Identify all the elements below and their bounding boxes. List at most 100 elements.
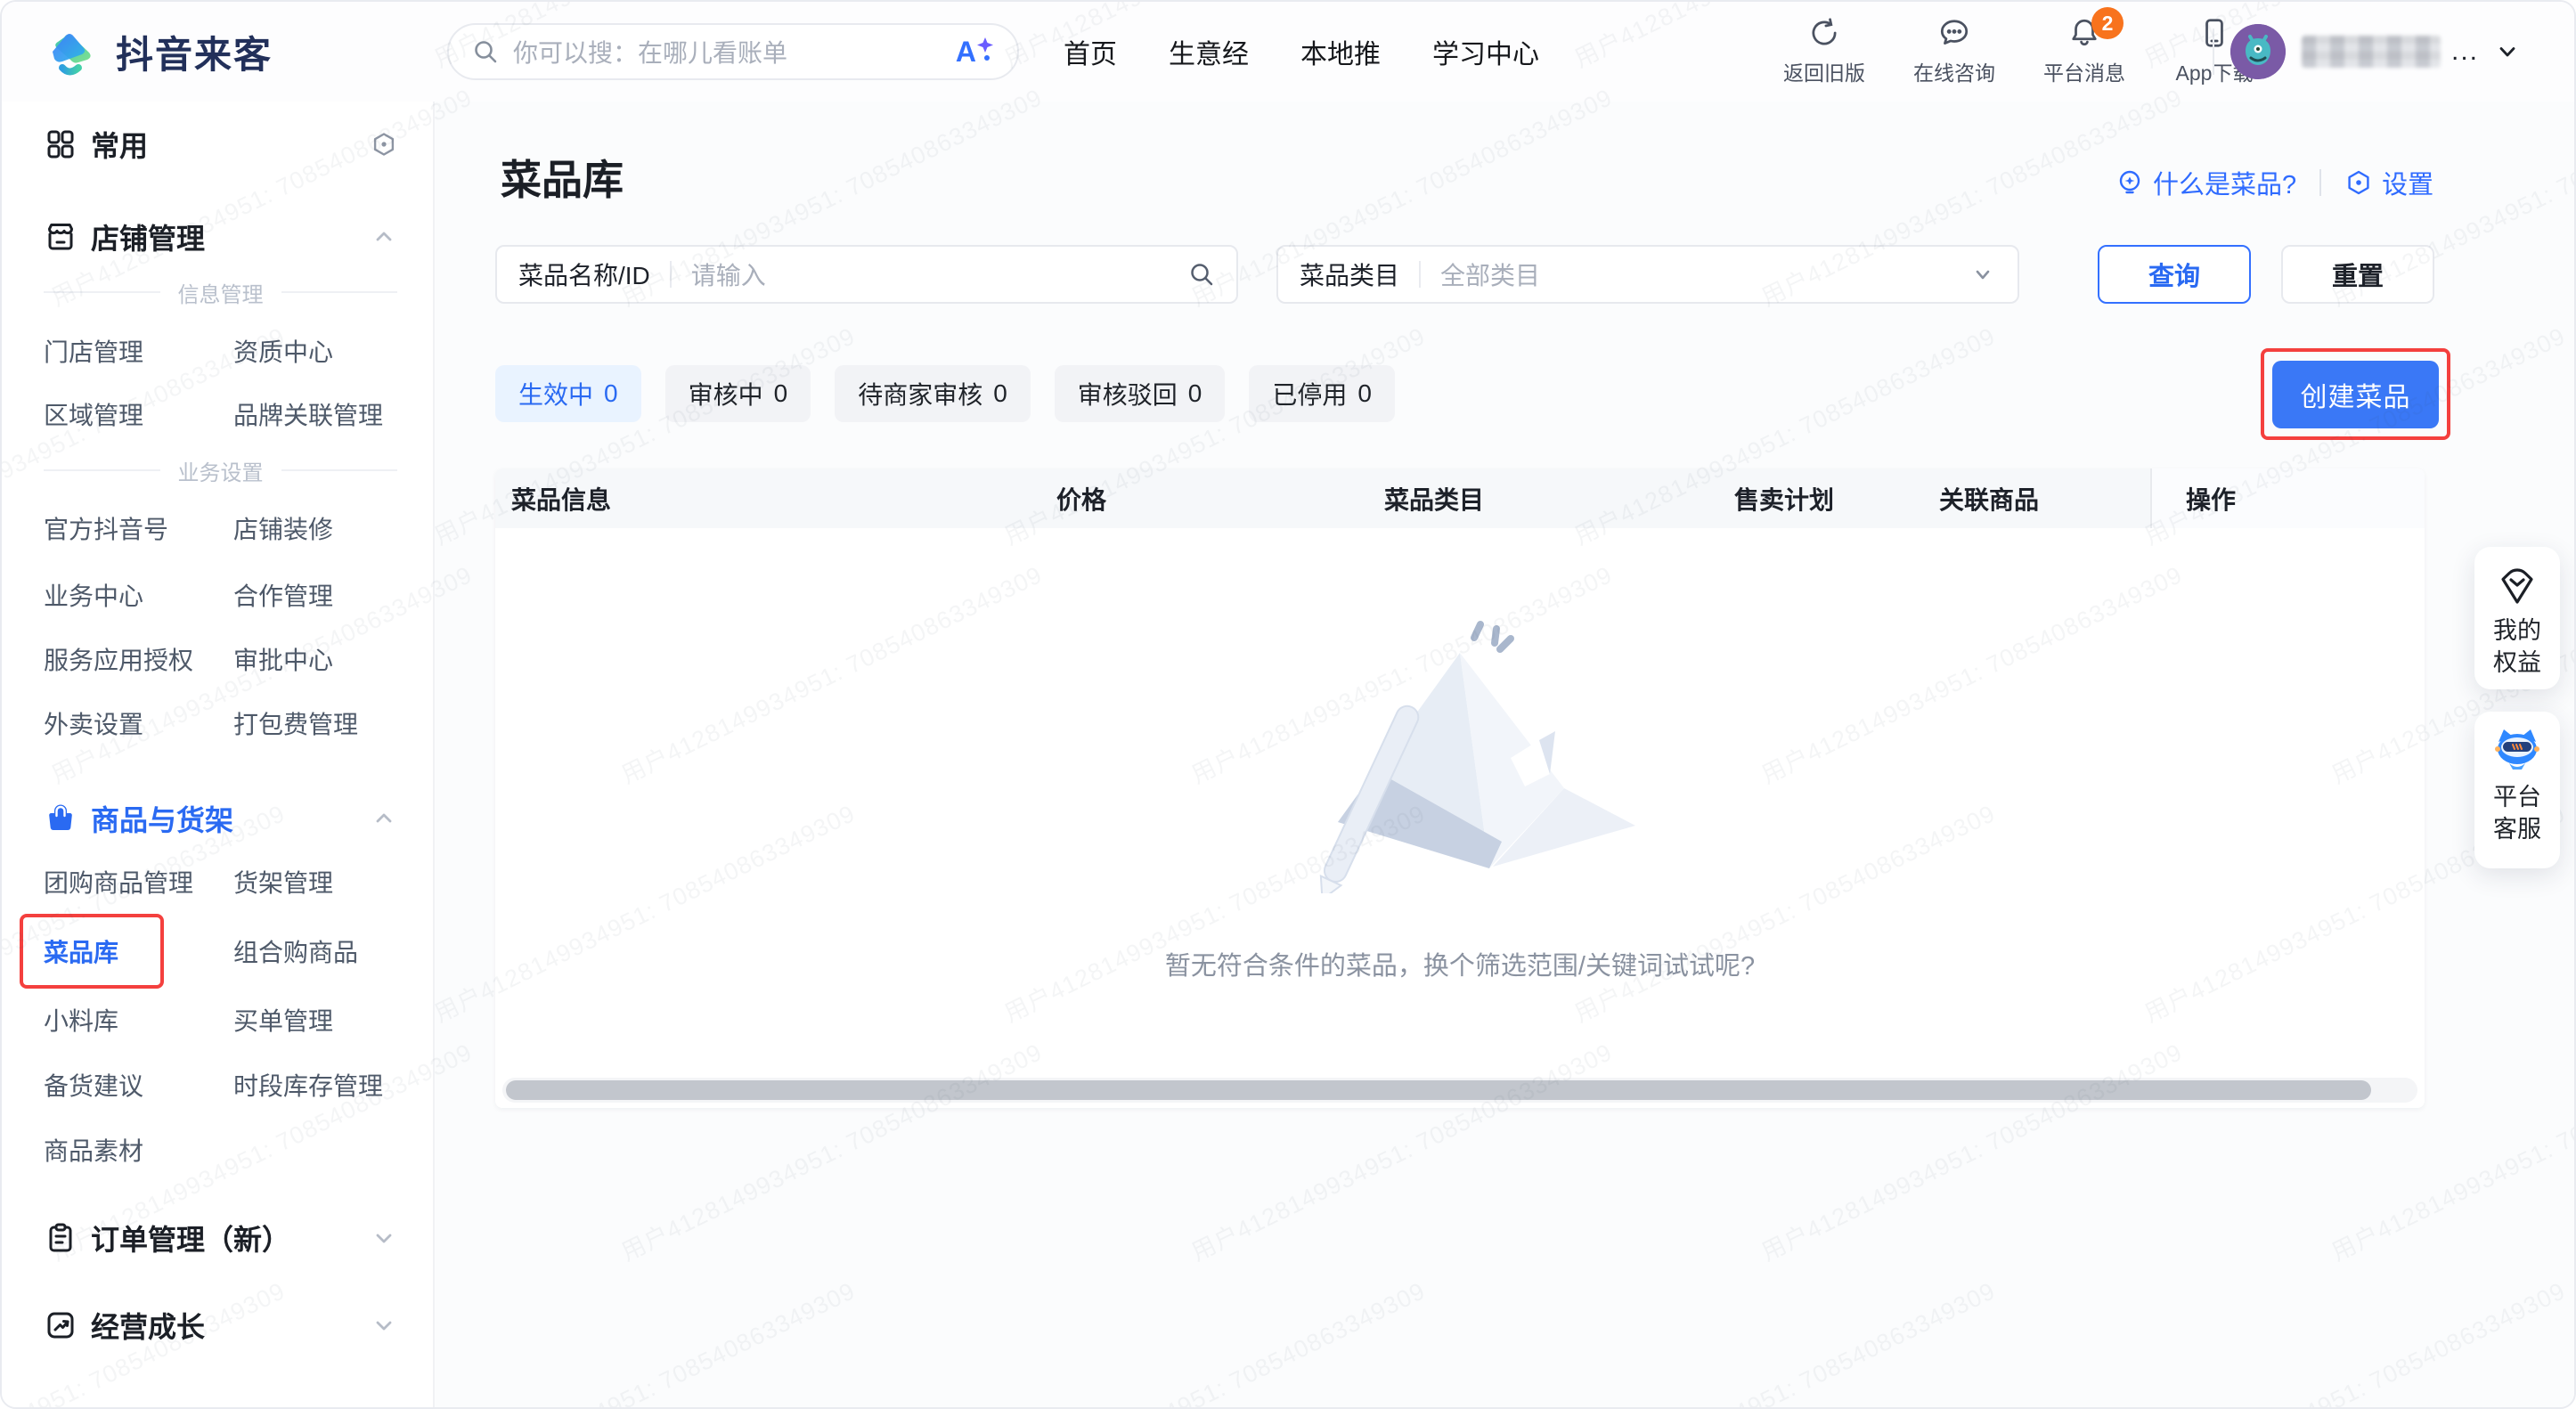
tab-review-rejected[interactable]: 审核驳回0 — [1055, 365, 1226, 422]
sidebar-link-time-inventory[interactable]: 时段库存管理 — [233, 1067, 397, 1103]
storefront-icon — [44, 220, 77, 254]
reset-button[interactable]: 重置 — [2281, 245, 2434, 304]
sidebar-section-quick[interactable]: 常用 — [44, 123, 397, 166]
message-count-badge: 2 — [2091, 7, 2124, 39]
column-divider — [2150, 468, 2152, 528]
page-title: 菜品库 — [501, 148, 624, 207]
sidebar-link-takeout-settings[interactable]: 外卖设置 — [44, 705, 233, 741]
empty-state-text: 暂无符合条件的菜品，换个筛选范围/关键词试试呢? — [1165, 945, 1755, 982]
search-icon[interactable] — [1188, 261, 1215, 288]
column-linked-product: 关联商品 — [1939, 481, 2150, 517]
settings-link[interactable]: 设置 — [2344, 164, 2433, 201]
platform-support-widget[interactable]: 平台客服 — [2474, 712, 2560, 868]
sidebar-link-group-product-mgmt[interactable]: 团购商品管理 — [44, 864, 233, 900]
sidebar-section-growth[interactable]: 经营成长 — [44, 1304, 397, 1347]
query-button[interactable]: 查询 — [2098, 245, 2251, 304]
app-title: 抖音来客 — [116, 25, 273, 79]
online-support-button[interactable]: 在线咨询 — [1901, 16, 2008, 86]
sidebar-link-region-mgmt[interactable]: 区域管理 — [44, 396, 233, 432]
sidebar-link-store-mgmt[interactable]: 门店管理 — [44, 333, 233, 369]
back-to-old-version-button[interactable]: 返回旧版 — [1771, 16, 1878, 86]
sidebar-link-business-center[interactable]: 业务中心 — [44, 577, 233, 613]
username-redacted — [2302, 36, 2441, 68]
sidebar-link-cooperation-mgmt[interactable]: 合作管理 — [233, 577, 397, 613]
nav-home[interactable]: 首页 — [1064, 32, 1117, 71]
sidebar-link-brand-association[interactable]: 品牌关联管理 — [233, 396, 397, 432]
annotation-box-create-dish: 创建菜品 — [2261, 348, 2450, 440]
search-placeholder: 你可以搜：在哪儿看账单 — [513, 34, 956, 69]
main-content: 菜品库 什么是菜品? 设置 菜品名称/ID 请输入 菜品类目 — [435, 102, 2574, 1407]
divider — [670, 261, 672, 288]
sidebar-link-combo-products[interactable]: 组合购商品 — [233, 933, 397, 969]
sidebar-section-store[interactable]: 店铺管理 — [44, 216, 397, 258]
lightbulb-icon — [2115, 168, 2144, 197]
header-actions: 返回旧版 在线咨询 2 平台消息 App下载 — [1771, 16, 2268, 86]
column-price: 价格 — [1056, 481, 1384, 517]
dish-category-filter-select[interactable]: 菜品类目 全部类目 — [1276, 245, 2019, 304]
grid-icon — [44, 127, 77, 161]
tab-disabled[interactable]: 已停用0 — [1249, 365, 1395, 422]
horizontal-scrollbar-track[interactable] — [502, 1078, 2417, 1103]
sidebar-link-product-material[interactable]: 商品素材 — [44, 1132, 233, 1168]
sidebar-link-qualification-center[interactable]: 资质中心 — [233, 333, 397, 369]
status-tabs: 生效中0 审核中0 待商家审核0 审核驳回0 已停用0 — [495, 365, 1395, 422]
divider — [1419, 261, 1421, 288]
app-logo: 抖音来客 — [50, 25, 273, 79]
sidebar-section-goods[interactable]: 商品与货架 — [44, 797, 397, 840]
trend-up-icon — [44, 1308, 77, 1342]
global-search-input[interactable]: 你可以搜：在哪儿看账单 A — [447, 23, 1019, 80]
tab-under-review[interactable]: 审核中0 — [665, 365, 811, 422]
my-benefits-widget[interactable]: 我的权益 — [2474, 547, 2560, 689]
platform-support-label: 平台客服 — [2490, 781, 2544, 845]
sidebar-group-business: 业务设置 — [44, 456, 397, 485]
avatar[interactable] — [2230, 24, 2286, 79]
sidebar-link-store-decoration[interactable]: 店铺装修 — [233, 510, 397, 546]
tab-pending-merchant-review[interactable]: 待商家审核0 — [835, 365, 1031, 422]
ai-search-icon[interactable]: A — [956, 36, 994, 69]
table-empty-state: 暂无符合条件的菜品，换个筛选范围/关键词试试呢? — [495, 528, 2425, 982]
horizontal-scrollbar-thumb[interactable] — [506, 1080, 2371, 1100]
empty-state-illustration — [1268, 599, 1651, 893]
sidebar-link-packing-fee[interactable]: 打包费管理 — [233, 705, 397, 741]
history-icon — [1807, 16, 1841, 50]
sidebar-link-service-auth[interactable]: 服务应用授权 — [44, 641, 233, 677]
what-is-dish-link[interactable]: 什么是菜品? — [2115, 164, 2296, 201]
sidebar-link-approval-center[interactable]: 审批中心 — [233, 641, 397, 677]
sidebar-link-shelf-mgmt[interactable]: 货架管理 — [233, 864, 397, 900]
nav-local-push[interactable]: 本地推 — [1300, 32, 1381, 71]
user-account-area[interactable]: ... — [2213, 2, 2520, 102]
create-dish-button[interactable]: 创建菜品 — [2272, 361, 2439, 428]
username-ellipsis: ... — [2451, 37, 2479, 67]
chevron-down-icon[interactable] — [2495, 39, 2520, 64]
chevron-up-icon[interactable] — [371, 805, 397, 832]
sidebar-section-orders[interactable]: 订单管理（新） — [44, 1217, 397, 1259]
top-header: 抖音来客 你可以搜：在哪儿看账单 A 首页 生意经 本地推 学习中心 返回旧版 — [2, 2, 2574, 102]
sidebar-group-info: 信息管理 — [44, 278, 397, 306]
tab-active[interactable]: 生效中0 — [495, 365, 641, 422]
my-benefits-label: 我的权益 — [2490, 615, 2544, 679]
chevron-up-icon[interactable] — [371, 224, 397, 250]
dish-name-filter-input[interactable]: 菜品名称/ID 请输入 — [495, 245, 1238, 304]
column-dish-info: 菜品信息 — [495, 481, 1056, 517]
nav-business[interactable]: 生意经 — [1169, 32, 1249, 71]
douyin-laike-logo-icon — [50, 29, 102, 77]
divider — [2319, 169, 2321, 196]
sidebar-link-stock-suggestion[interactable]: 备货建议 — [44, 1067, 233, 1103]
gear-icon[interactable] — [371, 131, 397, 158]
shopping-bag-icon — [44, 802, 77, 835]
chevron-down-icon[interactable] — [371, 1312, 397, 1339]
nav-learning-center[interactable]: 学习中心 — [1432, 32, 1539, 71]
support-mascot-icon — [2491, 728, 2543, 772]
dish-name-placeholder: 请输入 — [691, 257, 1188, 292]
sidebar-link-official-douyin[interactable]: 官方抖音号 — [44, 510, 233, 546]
platform-messages-button[interactable]: 2 平台消息 — [2031, 16, 2138, 86]
search-icon — [472, 38, 499, 65]
gem-icon — [2497, 566, 2538, 606]
chevron-down-icon[interactable] — [371, 1225, 397, 1251]
divider — [2213, 29, 2214, 75]
sidebar: 常用 店铺管理 信息管理 门店管理 资质中心 区域管理 品牌关联管理 — [2, 102, 435, 1407]
app-window: 抖音来客 你可以搜：在哪儿看账单 A 首页 生意经 本地推 学习中心 返回旧版 — [0, 0, 2576, 1409]
sidebar-link-condiment-library[interactable]: 小料库 — [44, 1002, 233, 1038]
sidebar-link-bill-mgmt[interactable]: 买单管理 — [233, 1002, 397, 1038]
column-actions: 操作 — [2150, 468, 2425, 528]
